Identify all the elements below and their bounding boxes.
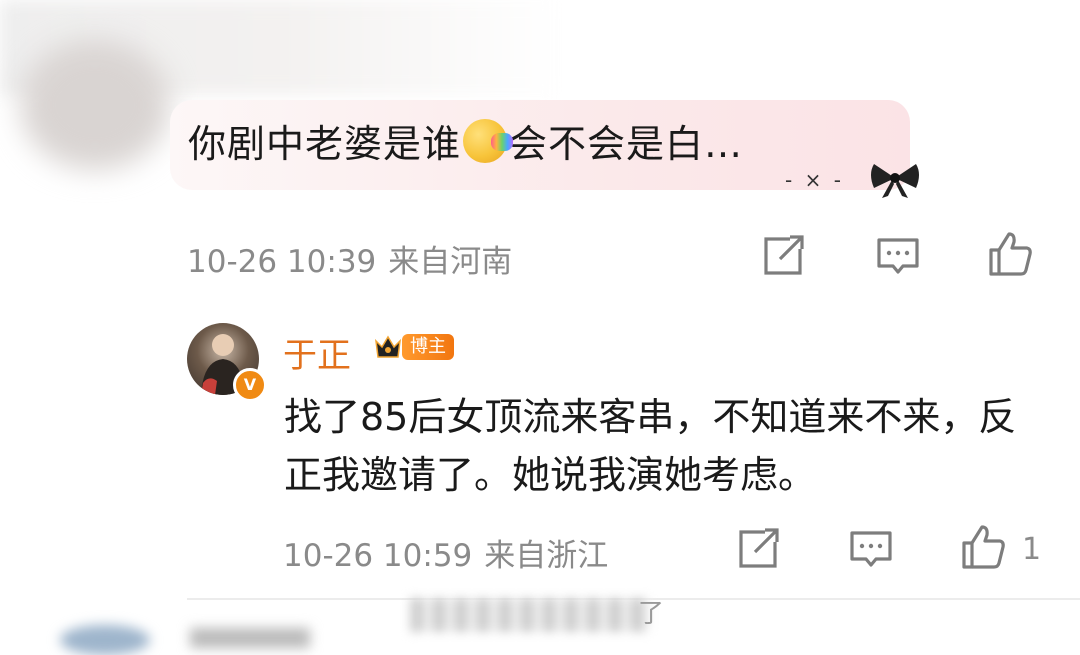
blurred-footer-text bbox=[410, 598, 650, 632]
reply-like-icon[interactable] bbox=[960, 523, 1006, 569]
comment-text-part1: 你剧中老婆是谁 bbox=[188, 122, 462, 166]
reply-meta: 10-26 10:59 来自浙江 bbox=[283, 530, 608, 575]
footer-partial-text: 了 bbox=[638, 599, 665, 629]
verified-badge: V bbox=[233, 368, 267, 402]
crown-icon bbox=[374, 335, 402, 358]
comment-text-part2: 会不会是白… bbox=[509, 122, 744, 166]
blogger-badge: 博主 bbox=[402, 334, 454, 360]
comment-text: 你剧中老婆是谁 会不会是白… bbox=[188, 118, 743, 170]
rainbow-vomit-emoji-icon bbox=[463, 119, 514, 163]
bow-icon bbox=[871, 164, 919, 198]
share-icon[interactable] bbox=[760, 233, 806, 279]
blurred-avatar bbox=[20, 40, 170, 170]
blurred-next-avatar bbox=[60, 625, 150, 655]
like-icon[interactable] bbox=[987, 230, 1033, 276]
comment-location: 来自河南 bbox=[388, 244, 513, 280]
bubble-decoration: - × - bbox=[785, 168, 844, 192]
comment-time: 10-26 10:39 bbox=[187, 244, 377, 280]
reply-time: 10-26 10:59 bbox=[283, 538, 473, 574]
reply-share-icon[interactable] bbox=[735, 526, 781, 572]
comment-icon[interactable] bbox=[875, 234, 921, 280]
reply-location: 来自浙江 bbox=[484, 538, 609, 574]
reply-comment-icon[interactable] bbox=[848, 527, 894, 573]
reply-like-count: 1 bbox=[1022, 532, 1042, 567]
reply-username[interactable]: 于正 bbox=[283, 328, 351, 377]
reply-text: 找了85后女顶流来客串，不知道来不来，反正我邀请了。她说我演她考虑。 bbox=[284, 395, 1017, 497]
comment-meta: 10-26 10:39 来自河南 bbox=[187, 236, 512, 281]
blurred-next-username bbox=[190, 628, 310, 648]
